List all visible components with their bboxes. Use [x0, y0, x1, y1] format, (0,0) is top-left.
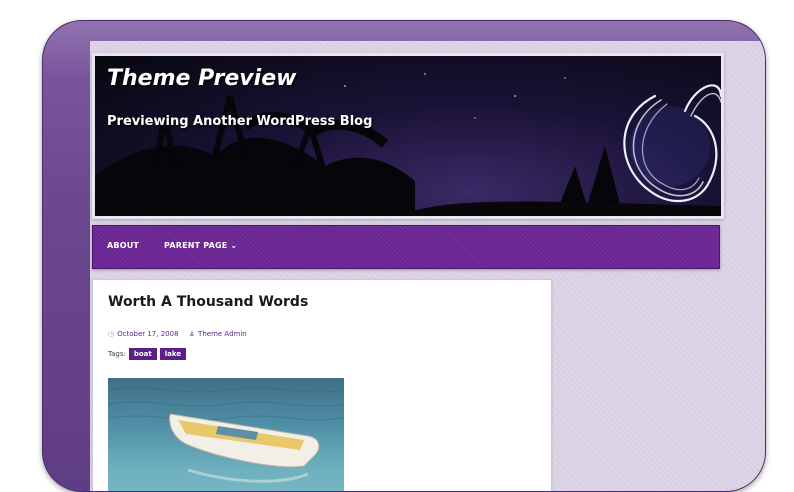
post-tags: Tags: boat lake	[108, 348, 187, 360]
post-author-link[interactable]: Theme Admin	[198, 330, 247, 338]
post-image-boat[interactable]	[108, 378, 344, 491]
clock-icon: ◷	[108, 330, 115, 338]
tag-lake[interactable]: lake	[159, 348, 187, 360]
nav-item-parent-page[interactable]: PARENT PAGE ⌄	[164, 241, 237, 250]
browser-viewport: Theme Preview Previewing Another WordPre…	[90, 41, 765, 491]
post-card: Worth A Thousand Words ◷ October 17, 2008…	[92, 279, 552, 491]
main-navigation: ABOUT PARENT PAGE ⌄	[92, 225, 720, 269]
site-description: Previewing Another WordPress Blog	[107, 114, 373, 129]
post-meta: ◷ October 17, 2008 ♟ Theme Admin	[108, 330, 247, 338]
site-header: Theme Preview Previewing Another WordPre…	[92, 53, 724, 219]
user-icon: ♟	[188, 330, 196, 338]
post-date-link[interactable]: October 17, 2008	[117, 330, 178, 338]
device-frame: Theme Preview Previewing Another WordPre…	[42, 20, 766, 492]
nav-item-about[interactable]: ABOUT	[107, 241, 139, 250]
tag-boat[interactable]: boat	[128, 348, 157, 360]
site-title[interactable]: Theme Preview	[107, 66, 296, 91]
tags-label: Tags:	[108, 350, 126, 358]
post-title[interactable]: Worth A Thousand Words	[108, 294, 308, 310]
